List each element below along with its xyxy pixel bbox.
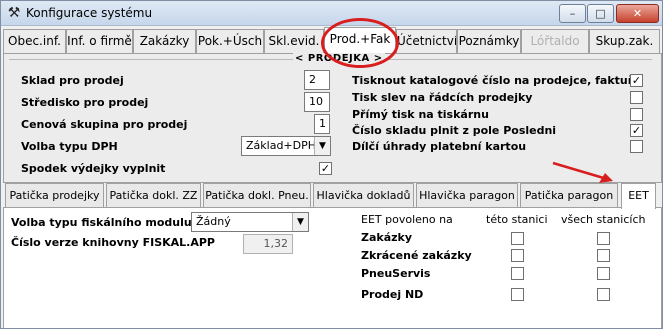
eet-povoleno-label: EET povoleno na: [361, 213, 453, 226]
eet-all-checkbox[interactable]: [597, 288, 610, 301]
tab-zakazky[interactable]: Zakázky: [133, 29, 196, 53]
sklad-label: Sklad pro prodej: [21, 74, 124, 87]
primy-tisk-label: Přímý tisk na tiskárnu: [352, 108, 489, 121]
tab-hlavicka-paragon[interactable]: Hlavička paragon: [416, 183, 518, 207]
eet-all-checkbox[interactable]: [597, 249, 610, 262]
chevron-down-icon[interactable]: ▼: [314, 137, 330, 155]
window-title: Konfigurace systému: [26, 6, 153, 20]
annotation-arrow: [552, 161, 613, 183]
volba-dph-select[interactable]: Základ+DPH ▼: [241, 136, 331, 156]
title-bar[interactable]: ⚒ Konfigurace systému – □ ✕: [1, 1, 662, 26]
cenova-skupina-input[interactable]: 1: [314, 114, 330, 134]
chevron-down-icon[interactable]: ▼: [292, 213, 308, 231]
tisk-slev-checkbox[interactable]: [630, 91, 643, 104]
fiskal-modul-value: Žádný: [196, 215, 231, 228]
col-this-station: této stanici: [486, 213, 548, 226]
tab-skup-zak[interactable]: Skup.zak.: [589, 29, 660, 53]
fiskal-modul-label: Volba typu fiskálního modulu: [11, 216, 192, 229]
eet-this-checkbox[interactable]: [511, 288, 524, 301]
tab-paticka-prodejky[interactable]: Patička prodejky: [5, 183, 104, 207]
cenova-skupina-label: Cenová skupina pro prodej: [21, 118, 188, 131]
volba-dph-label: Volba typu DPH: [21, 140, 118, 153]
primy-tisk-checkbox[interactable]: [630, 108, 643, 121]
fiskal-modul-select[interactable]: Žádný ▼: [191, 212, 309, 232]
highlight-ellipse: [321, 18, 399, 68]
stredisko-input[interactable]: 10: [304, 92, 330, 112]
eet-row-label: Zakázky: [361, 231, 413, 244]
tab-ucetnictvi[interactable]: Účetnictví: [396, 29, 457, 53]
verze-knihovny-field: 1,32: [243, 234, 293, 254]
close-button[interactable]: ✕: [616, 4, 659, 23]
spodek-checkbox[interactable]: ✓: [319, 162, 332, 175]
eet-this-checkbox[interactable]: [511, 232, 524, 245]
tab-paticka-dokl-zz[interactable]: Patička dokl. ZZ: [106, 183, 201, 207]
tab-paticka-dokl-pneu[interactable]: Patička dokl. Pneu.: [203, 183, 311, 207]
tab-inf-o-firme[interactable]: Inf. o firmě: [66, 29, 133, 53]
tab-pok-usch[interactable]: Pok.+Úsch: [196, 29, 264, 53]
minimize-button[interactable]: –: [559, 4, 586, 23]
col-all-stations: všech stanicích: [561, 213, 646, 226]
configuration-window: ⚒ Konfigurace systému – □ ✕ Obec.inf. In…: [0, 0, 663, 329]
dilci-uhrady-checkbox[interactable]: [630, 140, 643, 153]
verze-knihovny-label: Číslo verze knihovny FISKAL.APP: [11, 236, 215, 249]
eet-row-label: Zkrácené zakázky: [361, 249, 472, 262]
stredisko-label: Středisko pro prodej: [21, 96, 149, 109]
tab-poznamky[interactable]: Poznámky: [457, 29, 521, 53]
tab-skl-evid[interactable]: Skl.evid.: [264, 29, 324, 53]
eet-this-checkbox[interactable]: [511, 267, 524, 280]
eet-row-label: Prodej ND: [361, 288, 424, 301]
eet-row-label: PneuServis: [361, 267, 431, 280]
eet-all-checkbox[interactable]: [597, 232, 610, 245]
spodek-label: Spodek výdejky vyplnit: [21, 162, 166, 175]
dilci-uhrady-label: Dílčí úhrady platební kartou: [352, 140, 527, 153]
cislo-skladu-checkbox[interactable]: ✓: [630, 124, 643, 137]
tisknout-katalog-checkbox[interactable]: ✓: [630, 74, 643, 87]
tools-icon: ⚒: [7, 5, 21, 21]
tab-eet[interactable]: EET: [621, 183, 656, 209]
tab-obec-inf[interactable]: Obec.inf.: [3, 29, 66, 53]
eet-all-checkbox[interactable]: [597, 267, 610, 280]
volba-dph-value: Základ+DPH: [246, 139, 317, 152]
sklad-input[interactable]: 2: [304, 70, 330, 90]
tab-disabled[interactable]: Lóřtaldo: [521, 29, 589, 53]
eet-this-checkbox[interactable]: [511, 249, 524, 262]
tisk-slev-label: Tisk slev na řádcích prodejky: [352, 91, 533, 104]
tisknout-katalog-label: Tisknout katalogové číslo na prodejce, f…: [352, 74, 641, 87]
cislo-skladu-label: Číslo skladu plnit z pole Posledni: [352, 124, 557, 137]
tab-hlavicka-dokladu[interactable]: Hlavička dokladů: [313, 183, 414, 207]
maximize-button[interactable]: □: [587, 4, 614, 23]
